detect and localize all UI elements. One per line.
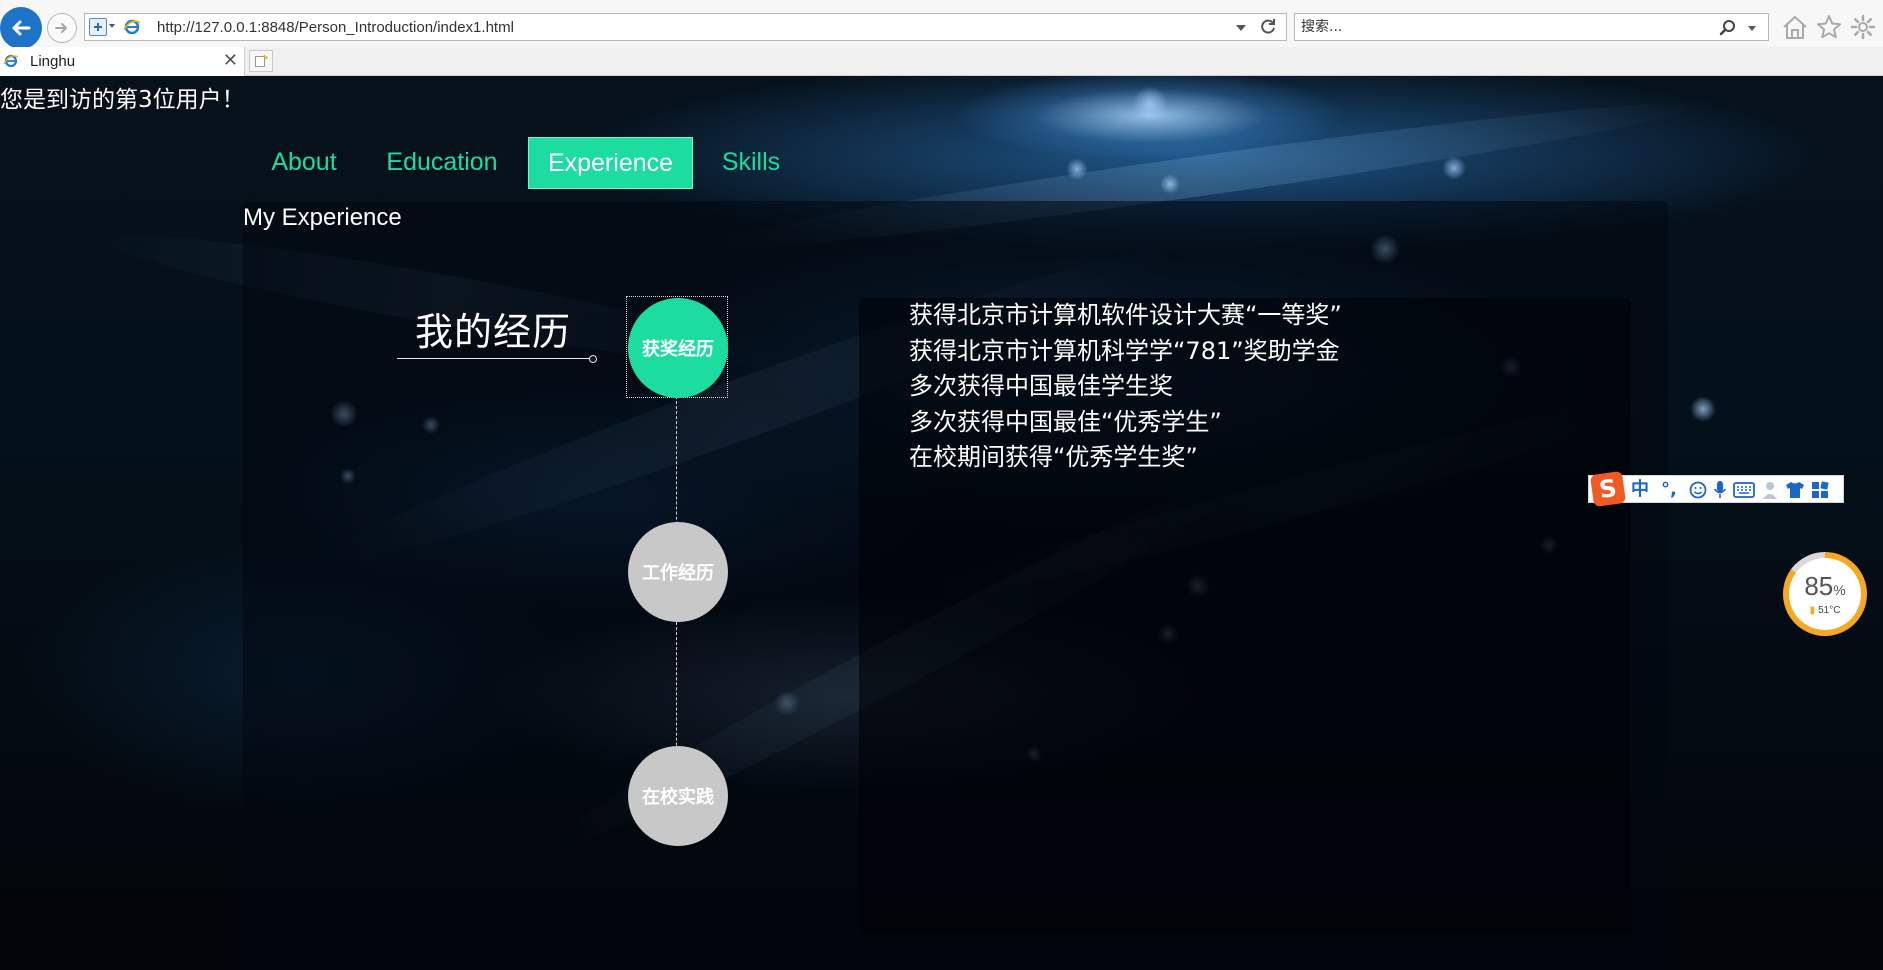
background-bokeh [1132, 86, 1168, 122]
browser-chrome: http://127.0.0.1:8848/Person_Introductio… [0, 0, 1883, 76]
arrow-right-icon [55, 23, 67, 33]
emoji-icon[interactable] [1689, 481, 1707, 499]
section-title: My Experience [243, 204, 402, 231]
gauge-face: 85% ▮ 51°C [1789, 558, 1861, 630]
experience-heading: 我的经历 [414, 310, 571, 354]
heading-underline [397, 358, 590, 359]
timeline-node-work[interactable]: 工作经历 [628, 522, 728, 622]
timeline-node-awards[interactable]: 获奖经历 [628, 298, 728, 398]
gear-icon[interactable] [1849, 13, 1877, 41]
skin-shirt-icon[interactable] [1785, 481, 1805, 499]
url-text[interactable]: http://127.0.0.1:8848/Person_Introductio… [157, 19, 514, 36]
browser-tab[interactable]: Linghu ✕ [0, 47, 245, 76]
gauge-value: 85% [1804, 573, 1845, 603]
nav-tab-skills[interactable]: Skills [706, 137, 796, 189]
security-shield-icon[interactable] [89, 18, 107, 36]
list-item: 获得北京市计算机软件设计大赛“一等奖” [909, 301, 1342, 329]
background-bokeh [1690, 396, 1716, 422]
gauge-percent: 85 [1804, 570, 1834, 601]
ie-page-icon [123, 19, 141, 35]
search-icon[interactable] [1718, 18, 1738, 38]
temperature-value: 51°C [1818, 604, 1841, 616]
sogou-logo-icon[interactable]: S [1589, 470, 1627, 508]
nav-tab-about[interactable]: About [254, 137, 354, 189]
cpu-usage-gauge[interactable]: 85% ▮ 51°C [1783, 552, 1867, 636]
timeline-node-campus-practice[interactable]: 在校实践 [628, 746, 728, 846]
search-input[interactable] [1301, 18, 1701, 36]
award-list: 获得北京市计算机软件设计大赛“一等奖” 获得北京市计算机科学学“781”奖助学金… [909, 298, 1342, 476]
ime-mode-toggle[interactable]: 中 [1631, 479, 1649, 501]
gauge-unit: % [1833, 581, 1846, 598]
keyboard-icon[interactable] [1733, 482, 1755, 498]
list-item: 在校期间获得“优秀学生奖” [909, 443, 1198, 471]
search-dropdown-icon[interactable] [1748, 26, 1756, 31]
ime-toolbar[interactable]: S 中 °, [1588, 470, 1844, 508]
nav-tab-experience[interactable]: Experience [528, 137, 693, 189]
address-bar[interactable]: http://127.0.0.1:8848/Person_Introductio… [84, 13, 1287, 41]
favorites-star-icon[interactable] [1815, 13, 1843, 41]
tab-title: Linghu [30, 53, 76, 70]
browser-toolbar: http://127.0.0.1:8848/Person_Introductio… [0, 0, 1883, 50]
ime-punctuation-toggle[interactable]: °, [1661, 479, 1677, 501]
search-box[interactable] [1294, 13, 1769, 41]
list-item: 获得北京市计算机科学学“781”奖助学金 [909, 336, 1340, 365]
arrow-left-icon [12, 20, 31, 36]
list-item: 多次获得中国最佳“优秀学生” [909, 407, 1222, 436]
background-bokeh [1066, 158, 1088, 180]
page-viewport[interactable]: 您是到访的第3位用户！ About Education Experience S… [0, 76, 1883, 970]
tab-bar: Linghu ✕ [0, 47, 1883, 76]
background-bokeh [1160, 174, 1180, 194]
close-tab-icon[interactable]: ✕ [223, 50, 238, 70]
new-tab-button[interactable] [249, 50, 273, 72]
list-item: 多次获得中国最佳学生奖 [909, 372, 1173, 400]
shield-dropdown-icon[interactable] [109, 24, 115, 28]
thermometer-icon: ▮ [1809, 604, 1816, 616]
user-icon[interactable] [1761, 480, 1779, 500]
microphone-icon[interactable] [1713, 480, 1727, 500]
visitor-counter-text: 您是到访的第3位用户！ [0, 87, 245, 113]
background-bokeh [1442, 156, 1466, 180]
home-icon[interactable] [1781, 14, 1809, 40]
toolbox-grid-icon[interactable] [1811, 481, 1829, 499]
forward-button[interactable] [47, 13, 77, 43]
new-tab-icon [255, 54, 268, 67]
back-button[interactable] [0, 7, 42, 49]
ie-favicon-icon [3, 54, 19, 68]
heading-underline-dot [589, 355, 597, 363]
address-dropdown-icon[interactable] [1236, 25, 1246, 31]
gauge-temperature: ▮ 51°C [1810, 605, 1841, 616]
nav-tab-education[interactable]: Education [372, 137, 512, 189]
refresh-icon[interactable] [1258, 17, 1278, 37]
